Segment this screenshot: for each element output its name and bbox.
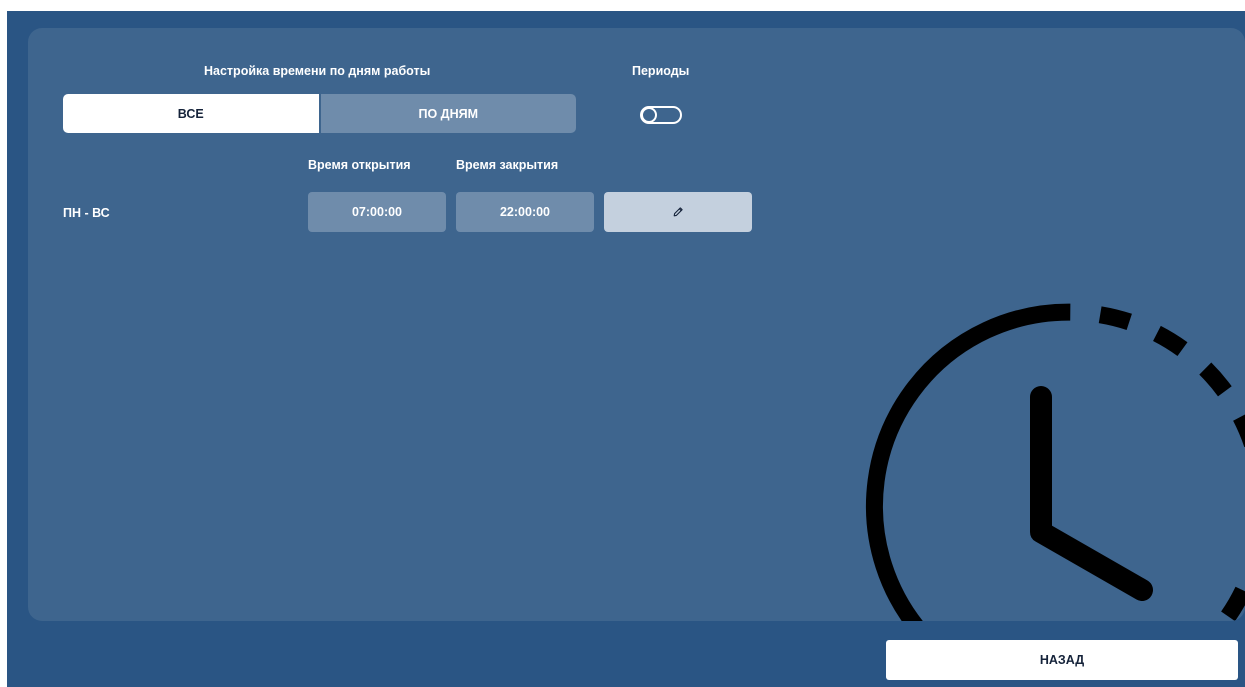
pencil-icon <box>673 207 683 217</box>
open-time-header: Время открытия <box>308 158 411 172</box>
open-time-field[interactable]: 07:00:00 <box>308 192 446 232</box>
toggle-knob <box>641 107 657 123</box>
mode-segmented-control: ВСЕ ПО ДНЯМ <box>63 94 576 133</box>
mode-all-button[interactable]: ВСЕ <box>63 94 319 133</box>
schedule-heading: Настройка времени по дням работы <box>204 64 431 78</box>
edit-hours-button[interactable] <box>604 192 752 232</box>
clock-icon <box>865 303 1245 621</box>
periods-toggle[interactable] <box>640 106 682 124</box>
days-label: ПН - ВС <box>63 206 110 220</box>
close-time-field[interactable]: 22:00:00 <box>456 192 594 232</box>
mode-by-days-button[interactable]: ПО ДНЯМ <box>318 94 576 133</box>
app-screen: Настройка времени по дням работы Периоды… <box>7 11 1245 687</box>
schedule-panel: Настройка времени по дням работы Периоды… <box>28 28 1245 621</box>
back-button[interactable]: НАЗАД <box>886 640 1238 680</box>
periods-heading: Периоды <box>632 64 690 78</box>
close-time-header: Время закрытия <box>456 158 559 172</box>
